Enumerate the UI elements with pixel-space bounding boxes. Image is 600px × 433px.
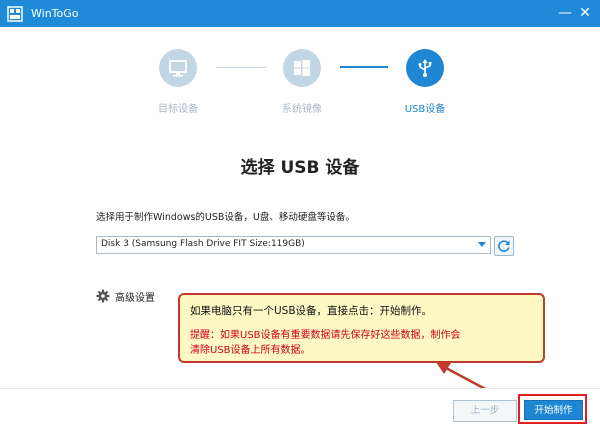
callout-instruction: 如果电脑只有一个USB设备，直接点击：开始制作。 (190, 305, 433, 317)
step-system-image (283, 49, 321, 87)
annotation-callout: 如果电脑只有一个USB设备，直接点击：开始制作。 提醒：如果USB设备有重要数据… (178, 293, 545, 363)
step-connector-2 (340, 66, 388, 68)
window-title: WinToGo (31, 7, 79, 20)
title-bar: WinToGo — ✕ (0, 0, 600, 27)
refresh-icon (498, 240, 510, 252)
selected-device: Disk 3 (Samsung Flash Drive FIT Size:119… (101, 239, 305, 249)
page-title: 选择 USB 设备 (240, 158, 360, 178)
advanced-settings-label: 高级设置 (115, 293, 155, 304)
usb-device-select[interactable]: Disk 3 (Samsung Flash Drive FIT Size:119… (96, 236, 491, 254)
close-button[interactable]: ✕ (577, 3, 593, 23)
step-label-system-image: 系统镜像 (282, 104, 322, 115)
minimize-button[interactable]: — (557, 3, 573, 23)
page-description: 选择用于制作Windows的USB设备，U盘、移动硬盘等设备。 (96, 212, 355, 223)
usb-icon (418, 59, 432, 77)
step-label-usb-device: USB设备 (404, 104, 446, 115)
step-usb-device (406, 49, 444, 87)
monitor-icon (169, 60, 187, 77)
gear-icon (96, 289, 110, 303)
windows-icon (294, 60, 310, 76)
dropdown-arrow-icon (478, 242, 486, 247)
start-button[interactable]: 开始制作 (524, 400, 583, 420)
callout-warning-line-1: 提醒：如果USB设备有重要数据请先保存好这些数据，制作会 (190, 330, 461, 341)
step-label-target-device: 目标设备 (158, 104, 198, 115)
callout-warning-line-2: 清除USB设备上所有数据。 (190, 345, 311, 356)
refresh-button[interactable] (494, 236, 514, 256)
step-target-device (159, 49, 197, 87)
app-logo-icon (7, 6, 23, 22)
step-connector-1 (216, 67, 266, 68)
previous-button[interactable]: 上一步 (453, 400, 517, 422)
